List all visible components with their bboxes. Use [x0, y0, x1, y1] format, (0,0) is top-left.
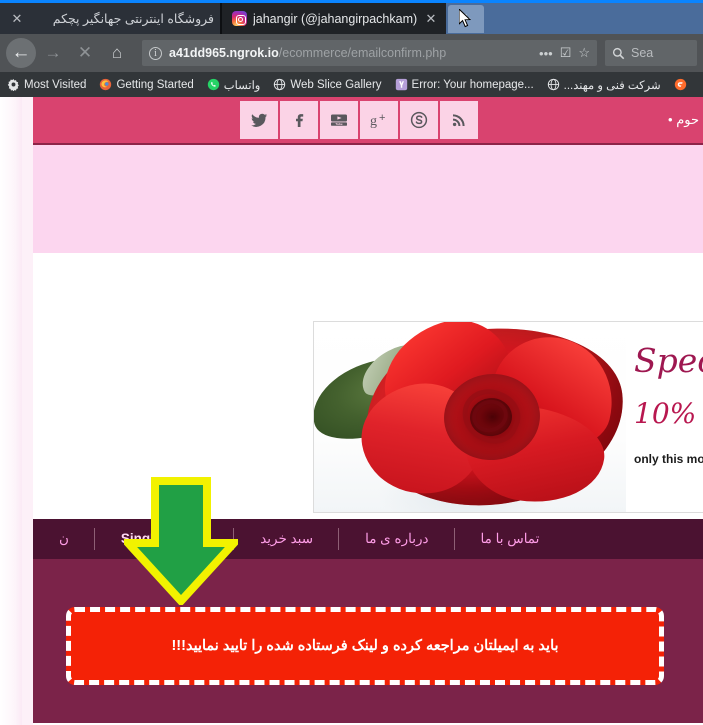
- cpanel-icon: [674, 78, 686, 91]
- page-margin: [22, 97, 33, 725]
- bookmark-web-slice-gallery[interactable]: Web Slice Gallery: [273, 78, 382, 91]
- social-link-twitter[interactable]: [240, 101, 278, 139]
- instagram-icon: [232, 11, 247, 26]
- bookmark-label: Error: Your homepage...: [411, 78, 534, 91]
- globe-icon: [274, 78, 286, 91]
- yandex-icon: [395, 78, 407, 91]
- address-bar[interactable]: i a41dd965.ngrok.io/ecommerce/emailconfi…: [142, 40, 597, 66]
- stop-button[interactable]: ✕: [70, 38, 100, 68]
- site-hero-band: [33, 145, 703, 253]
- home-button[interactable]: ⌂: [102, 38, 132, 68]
- search-bar[interactable]: Sea: [605, 40, 697, 66]
- reader-mode-icon[interactable]: ☑: [560, 45, 572, 61]
- whatsapp-icon: [207, 78, 219, 91]
- bookmark-label: واتساب: [223, 79, 261, 92]
- gear-icon: [7, 78, 19, 91]
- plus-icon: +: [461, 9, 471, 28]
- new-tab-button[interactable]: +: [448, 5, 484, 33]
- back-button[interactable]: ←: [6, 38, 36, 68]
- bookmarks-bar: Most Visited Getting Started واتساب Web …: [0, 72, 703, 97]
- svg-text:+: +: [379, 112, 385, 124]
- social-icon-group: Tube g +: [240, 101, 478, 139]
- svg-text:Tube: Tube: [335, 122, 342, 126]
- social-link-rss[interactable]: [440, 101, 478, 139]
- page-viewport: Tube g + حوم • Spe 10% only this m تماس …: [0, 97, 703, 725]
- firefox-icon: [100, 78, 112, 91]
- nav-item-partial[interactable]: ن: [33, 519, 95, 559]
- social-link-googleplus[interactable]: g +: [360, 101, 398, 139]
- tab-strip: فروشگاه اینترنتی جهانگیر پچکم ✕ jahangir…: [0, 0, 703, 34]
- search-placeholder: Sea: [631, 46, 654, 60]
- promo-banner-text: Spec 10% D only this mon: [626, 322, 703, 512]
- bookmark-cpanel[interactable]: [674, 78, 691, 91]
- promo-banner[interactable]: Spec 10% D only this mon: [313, 321, 703, 513]
- close-icon[interactable]: ✕: [10, 12, 24, 25]
- url-path: /ecommerce/emailconfirm.php: [278, 46, 447, 60]
- skype-icon: [410, 111, 428, 129]
- site-white-spacer: [33, 253, 703, 321]
- youtube-icon: Tube: [331, 114, 347, 126]
- bookmark-label: Getting Started: [116, 78, 194, 91]
- browser-tab-2[interactable]: jahangir (@jahangirpachkam) • Ins ✕: [222, 3, 446, 34]
- bookmark-label: شرکت فنی و مهند...: [563, 79, 661, 92]
- close-icon[interactable]: ✕: [424, 12, 438, 25]
- bookmark-whatsapp[interactable]: واتساب: [207, 78, 261, 92]
- page-actions-icon[interactable]: •••: [539, 46, 553, 61]
- promo-note: only this mon: [634, 452, 703, 466]
- nav-item-contact[interactable]: تماس با ما: [455, 519, 566, 559]
- bookmark-label: Web Slice Gallery: [290, 78, 382, 91]
- site-info-icon[interactable]: i: [149, 46, 162, 60]
- bookmark-star-icon[interactable]: ☆: [578, 45, 590, 61]
- promo-headline: Spec: [634, 341, 703, 380]
- website-content: Tube g + حوم • Spe 10% only this m تماس …: [33, 97, 703, 725]
- forward-button[interactable]: →: [38, 38, 68, 68]
- bookmark-getting-started[interactable]: Getting Started: [99, 78, 194, 91]
- page-left-gutter: [0, 97, 22, 725]
- browser-toolbar: ← → ✕ ⌂ i a41dd965.ngrok.io/ecommerce/em…: [0, 34, 703, 72]
- nav-item-about[interactable]: درباره ی ما: [339, 519, 455, 559]
- globe-icon: [547, 78, 559, 91]
- rose-photo: [314, 322, 634, 512]
- bookmark-most-visited[interactable]: Most Visited: [7, 78, 86, 91]
- social-link-skype[interactable]: [400, 101, 438, 139]
- browser-tab-1[interactable]: فروشگاه اینترنتی جهانگیر پچکم ✕: [0, 3, 220, 34]
- url-text: a41dd965.ngrok.io/ecommerce/emailconfirm…: [169, 46, 532, 60]
- green-arrow-annotation: [124, 477, 238, 605]
- bookmark-label: Most Visited: [24, 78, 87, 91]
- promo-discount: 10% D: [634, 397, 703, 430]
- url-host: a41dd965.ngrok.io: [169, 46, 279, 60]
- bookmark-error-homepage[interactable]: Error: Your homepage...: [395, 78, 534, 91]
- svg-text:g: g: [370, 114, 377, 129]
- rss-icon: [452, 114, 465, 127]
- tab-title: jahangir (@jahangirpachkam) • Ins: [253, 11, 418, 26]
- social-link-youtube[interactable]: Tube: [320, 101, 358, 139]
- bookmark-company[interactable]: شرکت فنی و مهند...: [547, 78, 661, 92]
- search-icon: [612, 47, 625, 59]
- facebook-icon: [296, 114, 304, 127]
- twitter-icon: [251, 113, 268, 127]
- site-topbar-text: حوم •: [668, 112, 699, 127]
- browser-window: فروشگاه اینترنتی جهانگیر پچکم ✕ jahangir…: [0, 0, 703, 725]
- email-confirm-alert: باید به ایمیلتان مراجعه کرده و لینک فرست…: [66, 607, 664, 685]
- nav-item-cart[interactable]: سبد خرید: [234, 519, 339, 559]
- alert-message: باید به ایمیلتان مراجعه کرده و لینک فرست…: [171, 638, 559, 654]
- tab-title: فروشگاه اینترنتی جهانگیر پچکم: [52, 12, 214, 26]
- social-link-facebook[interactable]: [280, 101, 318, 139]
- googleplus-icon: g +: [370, 112, 385, 129]
- site-topbar: Tube g + حوم •: [33, 97, 703, 145]
